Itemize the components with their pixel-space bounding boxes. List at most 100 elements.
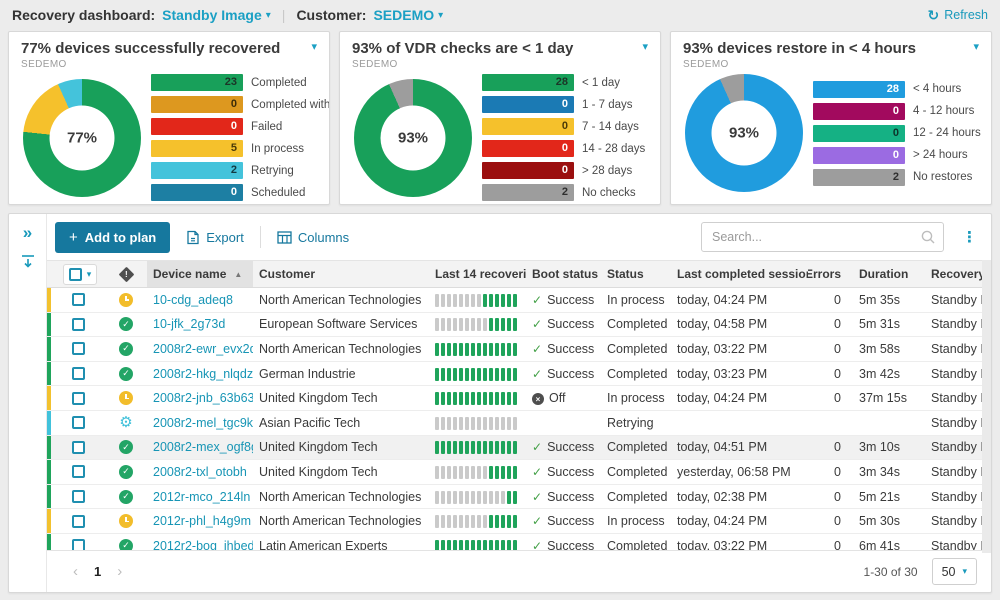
device-name-link[interactable]: 2008r2-jnb_63b63 [153, 391, 253, 405]
page-title: Recovery dashboard: [12, 7, 155, 23]
status-cell: Completed [601, 317, 671, 331]
boot-status-cell: ✓Success [526, 440, 601, 454]
dashboard-selector-value: Standby Image [162, 7, 262, 23]
clock-status-icon [119, 391, 133, 405]
row-checkbox[interactable] [72, 539, 85, 550]
boot-status-cell: ✓Success [526, 514, 601, 528]
boot-status-cell: ✓Success [526, 293, 601, 307]
duration-cell: 3m 58s [853, 342, 925, 356]
customer-selector[interactable]: SEDEMO ▾ [373, 7, 443, 23]
add-to-plan-button[interactable]: + Add to plan [55, 222, 170, 253]
donut-legend: 28< 4 hours04 - 12 hours012 - 24 hours0>… [813, 81, 981, 186]
expand-panel-icon[interactable]: » [23, 224, 32, 241]
legend-count-badge: 28 [482, 74, 574, 91]
page-size-select[interactable]: 50 ▾ [932, 558, 977, 585]
table-side-gutter: » [9, 214, 47, 592]
device-name-link[interactable]: 2008r2-hkg_nlqdz [153, 367, 253, 381]
status-cell: Completed [601, 440, 671, 454]
legend-label: No checks [582, 187, 636, 199]
row-checkbox[interactable] [72, 318, 85, 331]
row-checkbox[interactable] [72, 342, 85, 355]
column-header-device-name[interactable]: Device name▲ [147, 261, 253, 287]
table-row[interactable]: ✓2008r2-mex_ogf8gUnited Kingdom Tech✓Suc… [47, 436, 991, 461]
table-row[interactable]: ✓2008r2-ewr_evx2dNorth American Technolo… [47, 337, 991, 362]
column-header-last-14-recoveries[interactable]: Last 14 recoveries [429, 261, 526, 287]
boot-status-cell: ✓Success [526, 539, 601, 550]
row-checkbox[interactable] [72, 392, 85, 405]
page-number[interactable]: 1 [86, 564, 109, 579]
row-checkbox[interactable] [72, 465, 85, 478]
row-checkbox[interactable] [72, 515, 85, 528]
refresh-icon: ↻ [927, 7, 939, 24]
refresh-button[interactable]: ↻ Refresh [927, 7, 988, 24]
column-header-duration[interactable]: Duration [853, 261, 925, 287]
customer-label: Customer: [296, 7, 366, 23]
dashboard-selector[interactable]: Standby Image ▾ [162, 7, 271, 23]
table-row[interactable]: ✓2008r2-txl_otobhUnited Kingdom Tech✓Suc… [47, 460, 991, 485]
card-menu-caret-icon[interactable]: ▾ [967, 40, 979, 53]
search-input[interactable] [701, 222, 944, 252]
customer-cell: United Kingdom Tech [253, 465, 429, 479]
device-name-link[interactable]: 10-cdg_adeq8 [153, 293, 233, 307]
row-checkbox[interactable] [72, 416, 85, 429]
customer-cell: North American Technologies [253, 490, 429, 504]
column-header-errors[interactable]: Errors [808, 261, 853, 287]
status-cell: In process [601, 293, 671, 307]
table-row[interactable]: 10-cdg_adeq8North American Technologies✓… [47, 288, 991, 313]
column-header-status[interactable]: Status [601, 261, 671, 287]
recovery-history-bars [435, 515, 517, 528]
device-name-link[interactable]: 2008r2-ewr_evx2d [153, 342, 253, 356]
device-name-link[interactable]: 2008r2-txl_otobh [153, 465, 247, 479]
column-header-last-completed-session[interactable]: Last completed session [671, 261, 808, 287]
status-cell: Completed [601, 465, 671, 479]
legend-label: > 28 days [582, 165, 632, 177]
recovery-history-bars [435, 343, 517, 356]
donut-center-label: 77% [67, 129, 97, 146]
summary-card: 77% devices successfully recovered▾SEDEM… [8, 31, 330, 205]
boot-success-icon: ✓ [532, 440, 542, 454]
column-header-boot-status[interactable]: Boot status [526, 261, 601, 287]
row-checkbox[interactable] [72, 441, 85, 454]
recovery-dashboard-page: Recovery dashboard: Standby Image ▾ | Cu… [0, 0, 1000, 593]
session-cell: today, 03:22 PM [671, 342, 808, 356]
table-row[interactable]: ✓2008r2-hkg_nlqdzGerman Industrie✓Succes… [47, 362, 991, 387]
summary-cards-row: 77% devices successfully recovered▾SEDEM… [0, 28, 1000, 205]
row-checkbox[interactable] [72, 293, 85, 306]
recovery-history-bars [435, 318, 517, 331]
export-button[interactable]: Export [186, 230, 244, 245]
legend-count-badge: 2 [813, 169, 905, 186]
device-name-link[interactable]: 10-jfk_2g73d [153, 317, 225, 331]
table-row[interactable]: 2012r-phl_h4g9mNorth American Technologi… [47, 509, 991, 534]
select-menu-caret-icon[interactable]: ▾ [87, 269, 92, 280]
customer-cell: European Software Services [253, 317, 429, 331]
table-row[interactable]: ✓10-jfk_2g73dEuropean Software Services✓… [47, 313, 991, 338]
row-checkbox[interactable] [72, 490, 85, 503]
next-page-button[interactable]: › [109, 563, 130, 580]
filter-list-icon[interactable] [20, 253, 36, 269]
device-name-link[interactable]: 2012r2-bog_jhbed [153, 539, 253, 550]
card-menu-caret-icon[interactable]: ▾ [305, 40, 317, 53]
table-row[interactable]: 2008r2-jnb_63b63United Kingdom Tech×OffI… [47, 386, 991, 411]
device-name-link[interactable]: 2012r-phl_h4g9m [153, 514, 251, 528]
vertical-scrollbar[interactable] [982, 260, 991, 553]
prev-page-button[interactable]: ‹ [65, 563, 86, 580]
table-row[interactable]: ✓2012r-mco_214lnNorth American Technolog… [47, 485, 991, 510]
priority-column-header[interactable]: ! [105, 261, 147, 287]
row-checkbox[interactable] [72, 367, 85, 380]
table-row[interactable]: ⚙2008r2-mel_tgc9kAsian Pacific TechRetry… [47, 411, 991, 436]
customer-cell: United Kingdom Tech [253, 391, 429, 405]
card-menu-caret-icon[interactable]: ▾ [636, 40, 648, 53]
device-name-link[interactable]: 2008r2-mel_tgc9k [153, 416, 253, 430]
boot-success-icon: ✓ [532, 465, 542, 479]
check-status-icon: ✓ [119, 465, 133, 479]
select-all-checkbox[interactable] [69, 268, 82, 281]
device-name-link[interactable]: 2008r2-mex_ogf8g [153, 440, 253, 454]
columns-button[interactable]: Columns [277, 230, 349, 245]
column-header-customer[interactable]: Customer [253, 261, 429, 287]
kebab-menu-icon[interactable]: ⋮ [960, 228, 979, 246]
device-name-link[interactable]: 2012r-mco_214ln [153, 490, 250, 504]
table-row[interactable]: ✓2012r2-bog_jhbedLatin American Experts✓… [47, 534, 991, 550]
session-cell: today, 03:23 PM [671, 367, 808, 381]
check-status-icon: ✓ [119, 367, 133, 381]
columns-label: Columns [298, 230, 349, 245]
